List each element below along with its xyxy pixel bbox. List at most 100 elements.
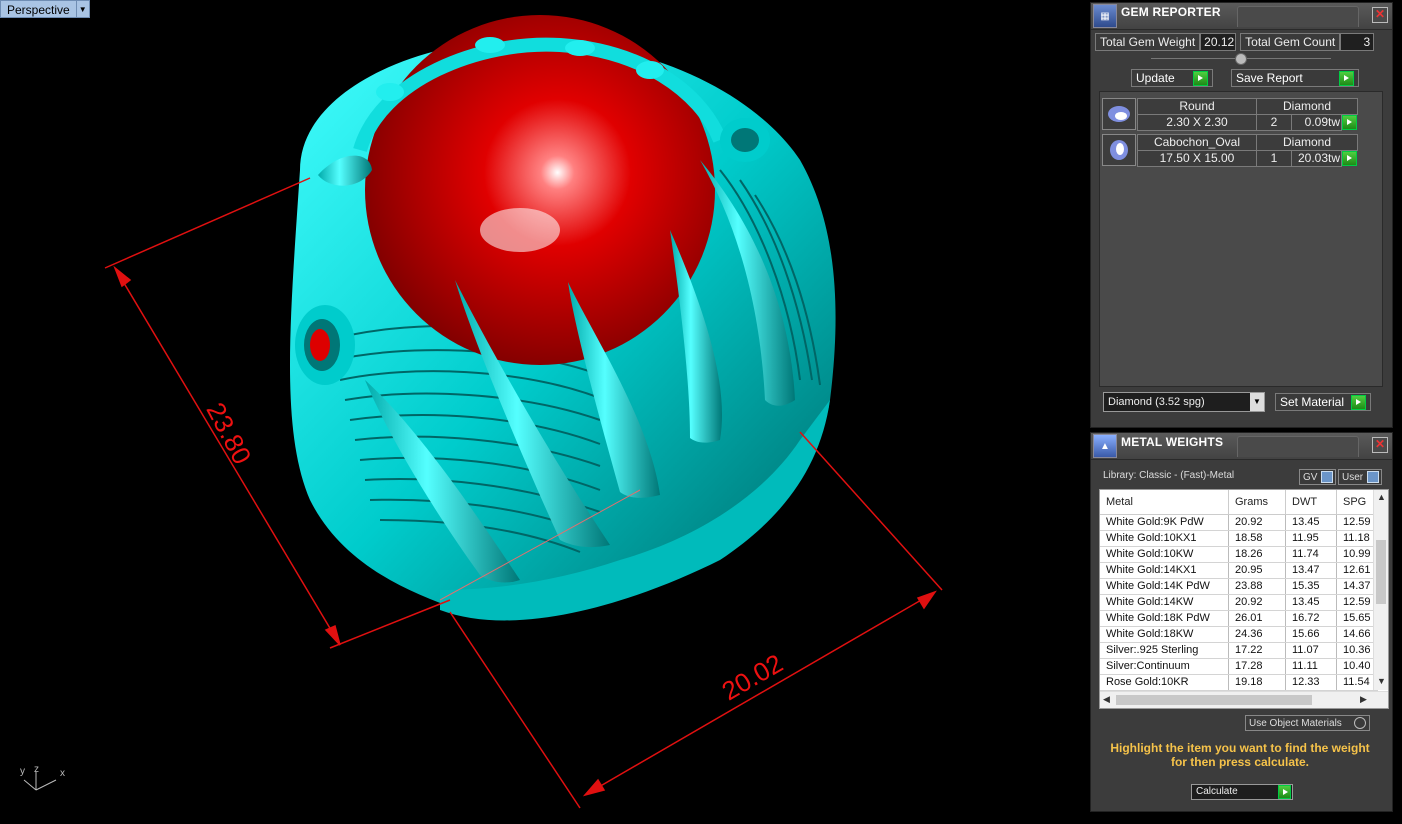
play-icon: [1339, 70, 1354, 86]
gem-actions-row: Update Save Report: [1131, 69, 1359, 87]
table-row[interactable]: Rose Gold:10KR 19.18 12.33 11.54: [1100, 674, 1378, 691]
table-header-row: Metal Grams DWT SPG: [1100, 490, 1378, 515]
calculate-hint: Highlight the item you want to find the …: [1110, 741, 1370, 769]
user-toggle[interactable]: User: [1338, 469, 1383, 485]
column-header-dwt[interactable]: DWT: [1285, 490, 1337, 515]
select-gem-button[interactable]: [1342, 151, 1357, 166]
gem-reporter-icon: ▦: [1093, 4, 1117, 28]
metal-table[interactable]: Metal Grams DWT SPG White Gold:9K PdW 20.…: [1099, 489, 1389, 709]
set-material-button[interactable]: Set Material: [1275, 393, 1371, 411]
column-header-grams[interactable]: Grams: [1228, 490, 1286, 515]
total-gem-count-label: Total Gem Count: [1240, 33, 1341, 51]
metal-name-cell: White Gold:14K PdW: [1100, 578, 1229, 595]
column-header-metal[interactable]: Metal: [1100, 490, 1229, 515]
scrollbar-thumb[interactable]: [1376, 540, 1386, 604]
dwt-cell: 13.47: [1285, 562, 1337, 579]
table-row[interactable]: White Gold:18K PdW 26.01 16.72 15.65: [1100, 610, 1378, 627]
viewport-label[interactable]: Perspective ▼: [0, 0, 90, 18]
update-button[interactable]: Update: [1131, 69, 1213, 87]
oval-cabochon-icon: [1102, 134, 1136, 166]
table-row[interactable]: White Gold:14KW 20.92 13.45 12.59: [1100, 594, 1378, 611]
chevron-down-icon[interactable]: ▼: [1250, 393, 1264, 411]
spg-cell: 11.18: [1336, 530, 1378, 547]
table-row[interactable]: White Gold:18KW 24.36 15.66 14.66: [1100, 626, 1378, 643]
gem-weight: 20.03tw: [1291, 150, 1342, 167]
viewport-menu-arrow-icon[interactable]: ▼: [76, 0, 90, 18]
column-header-spg[interactable]: SPG: [1336, 490, 1378, 515]
play-icon: [1278, 785, 1291, 799]
gem-weight: 0.09tw: [1291, 114, 1342, 131]
metal-table-grid: Metal Grams DWT SPG White Gold:9K PdW 20.…: [1100, 490, 1378, 691]
gem-totals-row: Total Gem Weight 20.12 Total Gem Count 3: [1095, 33, 1375, 51]
ring-model-render: [104, 15, 943, 809]
gem-count: 2: [1256, 114, 1292, 131]
3d-viewport[interactable]: Perspective ▼ 23.80 20.02 y z x: [0, 0, 1088, 824]
material-select[interactable]: Diamond (3.52 spg) ▼: [1103, 392, 1265, 412]
metal-name-cell: White Gold:18KW: [1100, 626, 1229, 643]
scroll-up-icon[interactable]: ▲: [1377, 492, 1386, 502]
table-row[interactable]: White Gold:10KW 18.26 11.74 10.99: [1100, 546, 1378, 563]
spg-cell: 14.66: [1336, 626, 1378, 643]
set-material-button-label: Set Material: [1280, 395, 1345, 409]
horizontal-scrollbar[interactable]: ◀ ▶: [1100, 691, 1388, 708]
spg-cell: 10.40: [1336, 658, 1378, 675]
gem-reporter-titlebar[interactable]: ▦ GEM REPORTER ✕: [1091, 3, 1392, 30]
metal-name-cell: Silver:Continuum: [1100, 658, 1229, 675]
calculate-button[interactable]: Calculate: [1191, 784, 1293, 800]
gem-list-item[interactable]: Cabochon_Oval Diamond 17.50 X 15.00 1 20…: [1102, 134, 1362, 167]
spg-cell: 10.99: [1336, 546, 1378, 563]
table-row[interactable]: Silver:Continuum 17.28 11.11 10.40: [1100, 658, 1378, 675]
axis-label-x: x: [60, 768, 65, 779]
scroll-down-icon[interactable]: ▼: [1377, 676, 1386, 686]
title-tab: [1237, 436, 1359, 457]
scroll-left-icon[interactable]: ◀: [1103, 694, 1110, 705]
scrollbar-thumb[interactable]: [1116, 695, 1312, 705]
grams-cell: 20.92: [1228, 594, 1286, 611]
spg-cell: 10.36: [1336, 642, 1378, 659]
toggle-switch-icon: [1367, 471, 1380, 483]
dwt-cell: 11.74: [1285, 546, 1337, 563]
vertical-scrollbar[interactable]: ▲ ▼: [1373, 490, 1388, 690]
table-row[interactable]: White Gold:9K PdW 20.92 13.45 12.59: [1100, 514, 1378, 531]
grams-cell: 26.01: [1228, 610, 1286, 627]
table-row[interactable]: White Gold:14K PdW 23.88 15.35 14.37: [1100, 578, 1378, 595]
use-object-materials-toggle[interactable]: Use Object Materials: [1245, 715, 1370, 731]
viewport-name[interactable]: Perspective: [0, 0, 77, 18]
metal-name-cell: White Gold:10KW: [1100, 546, 1229, 563]
metal-weights-titlebar[interactable]: ▲ METAL WEIGHTS ✕: [1091, 433, 1392, 460]
dwt-cell: 13.45: [1285, 594, 1337, 611]
grams-cell: 17.22: [1228, 642, 1286, 659]
calculate-button-label: Calculate: [1196, 786, 1238, 797]
play-icon: [1351, 394, 1366, 410]
select-gem-button[interactable]: [1342, 115, 1357, 130]
toggle-switch-icon: [1321, 471, 1334, 483]
grams-cell: 20.95: [1228, 562, 1286, 579]
metal-name-cell: White Gold:14KX1: [1100, 562, 1229, 579]
save-report-button[interactable]: Save Report: [1231, 69, 1359, 87]
gem-list-item[interactable]: Round Diamond 2.30 X 2.30 2 0.09tw: [1102, 98, 1362, 131]
metal-weights-panel: ▲ METAL WEIGHTS ✕ Library: Classic - (Fa…: [1090, 432, 1393, 812]
update-button-label: Update: [1136, 71, 1175, 85]
gv-toggle-label: GV: [1303, 471, 1318, 483]
close-icon[interactable]: ✕: [1372, 437, 1388, 453]
gem-highlight: [480, 208, 560, 252]
gem-material: Diamond: [1256, 134, 1358, 151]
scroll-right-icon[interactable]: ▶: [1360, 694, 1367, 705]
gem-count: 1: [1256, 150, 1292, 167]
grams-cell: 20.92: [1228, 514, 1286, 531]
title-tab: [1237, 6, 1359, 27]
weight-slider-handle[interactable]: [1235, 53, 1247, 65]
close-icon[interactable]: ✕: [1372, 7, 1388, 23]
spg-cell: 15.65: [1336, 610, 1378, 627]
material-select-value: Diamond (3.52 spg): [1108, 396, 1205, 408]
table-row[interactable]: White Gold:14KX1 20.95 13.47 12.61: [1100, 562, 1378, 579]
side-stone-right: [720, 118, 770, 162]
gem-shape: Round: [1137, 98, 1257, 115]
table-row[interactable]: White Gold:10KX1 18.58 11.95 11.18: [1100, 530, 1378, 547]
gv-toggle[interactable]: GV: [1299, 469, 1337, 485]
gem-list: Round Diamond 2.30 X 2.30 2 0.09tw Caboc…: [1099, 91, 1383, 387]
user-toggle-label: User: [1342, 471, 1364, 483]
dwt-cell: 12.33: [1285, 674, 1337, 691]
metal-name-cell: Rose Gold:10KR: [1100, 674, 1229, 691]
table-row[interactable]: Silver:.925 Sterling 17.22 11.07 10.36: [1100, 642, 1378, 659]
